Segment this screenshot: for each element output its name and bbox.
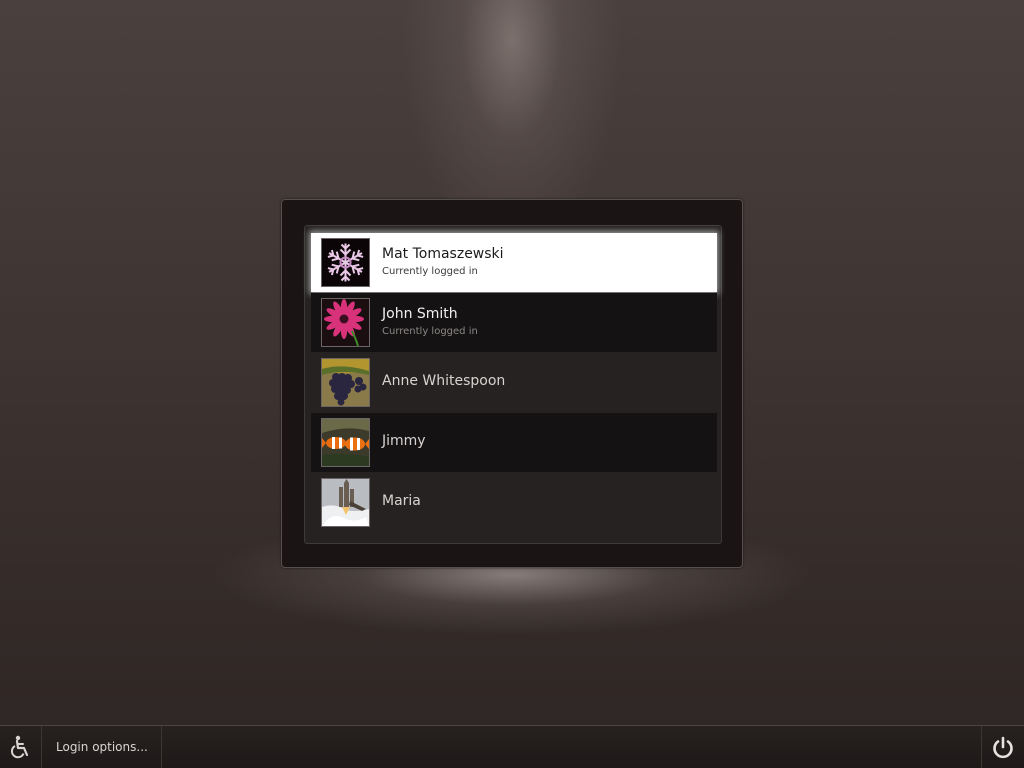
wheelchair-icon bbox=[10, 735, 29, 759]
flower-avatar bbox=[321, 298, 370, 347]
snowflake-avatar bbox=[321, 238, 370, 287]
user-name: Maria bbox=[382, 493, 421, 509]
clownfish-avatar bbox=[321, 418, 370, 467]
user-row-maria[interactable]: Maria bbox=[311, 473, 717, 532]
user-name: Jimmy bbox=[382, 433, 426, 449]
user-list: Mat Tomaszewski Currently logged in John… bbox=[304, 225, 722, 544]
power-icon bbox=[993, 736, 1013, 759]
user-status: Currently logged in bbox=[382, 266, 478, 277]
user-list-panel: Mat Tomaszewski Currently logged in John… bbox=[281, 199, 743, 568]
user-status: Currently logged in bbox=[382, 326, 478, 337]
grapes-avatar bbox=[321, 358, 370, 407]
user-name: John Smith bbox=[382, 306, 458, 322]
accessibility-button[interactable] bbox=[0, 726, 42, 768]
user-row-anne-whitespoon[interactable]: Anne Whitespoon bbox=[311, 353, 717, 412]
bottom-bar: Login options... bbox=[0, 725, 1024, 768]
user-row-john-smith[interactable]: John Smith Currently logged in bbox=[311, 293, 717, 352]
login-options-button[interactable]: Login options... bbox=[43, 726, 162, 768]
user-row-mat-tomaszewski[interactable]: Mat Tomaszewski Currently logged in bbox=[311, 233, 717, 292]
user-name: Mat Tomaszewski bbox=[382, 246, 504, 262]
user-row-jimmy[interactable]: Jimmy bbox=[311, 413, 717, 472]
shuttle-avatar bbox=[321, 478, 370, 527]
power-button[interactable] bbox=[981, 726, 1024, 768]
user-name: Anne Whitespoon bbox=[382, 373, 506, 389]
